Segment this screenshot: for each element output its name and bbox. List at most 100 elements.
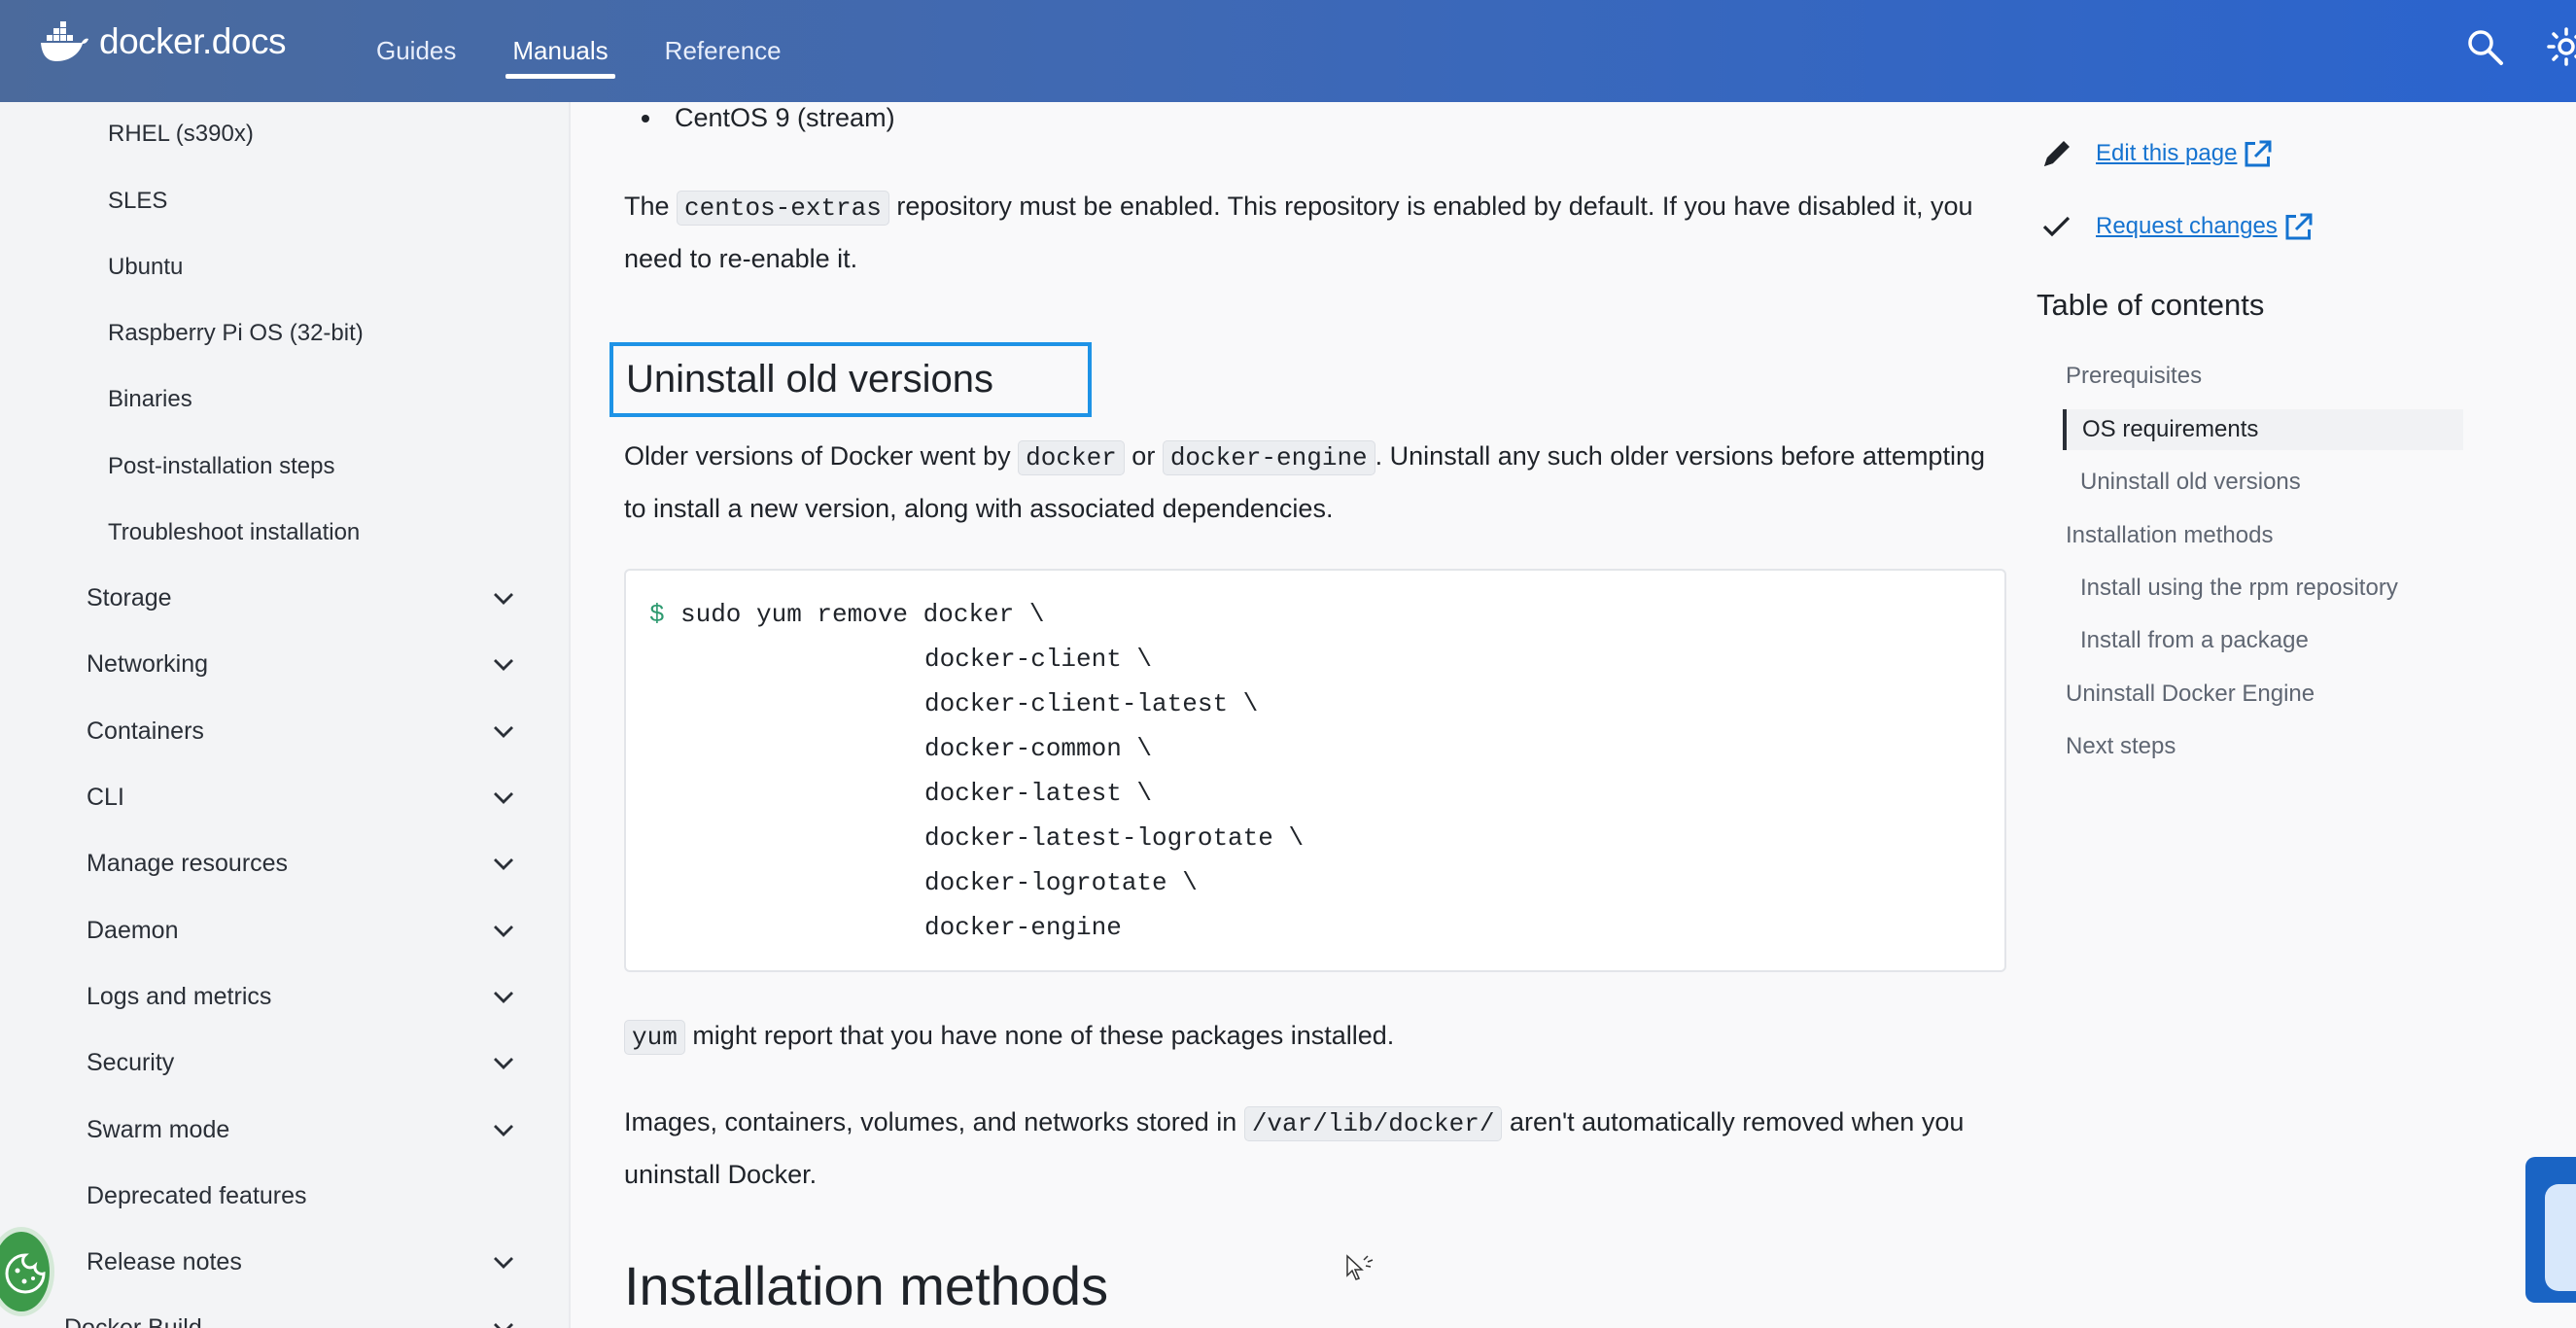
sidebar-item-label: Release notes	[87, 1248, 242, 1276]
sidebar-item-label: Security	[87, 1049, 175, 1076]
sidebar-item-daemon[interactable]: Daemon	[87, 917, 514, 945]
sidebar-item-ubuntu[interactable]: Ubuntu	[108, 254, 183, 281]
external-link-icon	[2285, 213, 2313, 240]
inline-code: docker	[1018, 440, 1125, 475]
sidebar-item-manage-resources[interactable]: Manage resources	[87, 850, 514, 878]
sidebar-item-label: CLI	[87, 784, 124, 811]
chevron-down-icon[interactable]	[493, 592, 514, 606]
sidebar-item-networking[interactable]: Networking	[87, 650, 514, 679]
chevron-down-icon[interactable]	[493, 791, 514, 805]
toc-item-prerequisites[interactable]: Prerequisites	[2066, 363, 2202, 390]
code-line: docker-engine	[924, 913, 1122, 942]
sidebar-item-label: Swarm mode	[87, 1116, 230, 1143]
inline-code: yum	[624, 1020, 685, 1055]
chevron-down-icon[interactable]	[493, 1124, 514, 1137]
sidebar-item-docker-build[interactable]: Docker Build	[64, 1314, 514, 1328]
nav-guides[interactable]: Guides	[360, 0, 472, 102]
request-changes-row: Request changes	[2039, 209, 2316, 244]
code-line: docker-common \	[924, 734, 1153, 763]
chevron-down-icon[interactable]	[493, 1057, 514, 1070]
images-paragraph: Images, containers, volumes, and network…	[624, 1097, 2009, 1200]
chevron-down-icon[interactable]	[493, 991, 514, 1004]
sidebar-item-storage[interactable]: Storage	[87, 584, 514, 612]
chevron-down-icon[interactable]	[493, 857, 514, 871]
toc-item-install-rpm-repository[interactable]: Install using the rpm repository	[2080, 575, 2398, 602]
sidebar-item-swarm-mode[interactable]: Swarm mode	[87, 1116, 514, 1144]
sidebar-item-label: Docker Build	[64, 1314, 202, 1328]
toc-item-uninstall-old-versions[interactable]: Uninstall old versions	[2080, 469, 2301, 496]
toc-item-next-steps[interactable]: Next steps	[2066, 733, 2176, 760]
sidebar-divider	[569, 102, 571, 1328]
mouse-cursor-icon	[1346, 1254, 1374, 1280]
inline-code: centos-extras	[677, 191, 889, 226]
chevron-down-icon[interactable]	[493, 1256, 514, 1270]
top-navbar: docker.docs Guides Manuals Reference	[0, 0, 2576, 102]
external-link-icon	[2245, 140, 2272, 167]
sidebar-item-deprecated-features[interactable]: Deprecated features	[87, 1182, 514, 1210]
sidebar-item-sles[interactable]: SLES	[108, 188, 167, 215]
sidebar-item-troubleshoot[interactable]: Troubleshoot installation	[108, 519, 360, 546]
docker-docs-logo[interactable]: docker.docs	[39, 21, 286, 62]
sidebar-item-label: Deprecated features	[87, 1182, 307, 1209]
link-text: Request changes	[2096, 213, 2278, 239]
ai-assistant-icon	[2545, 1184, 2576, 1291]
code-block[interactable]: $ sudo yum remove docker \ docker-client…	[624, 569, 2006, 972]
pencil-icon	[2044, 141, 2070, 166]
sidebar-item-security[interactable]: Security	[87, 1049, 514, 1077]
sidebar-item-rhel-s390x[interactable]: RHEL (s390x)	[108, 121, 254, 148]
chevron-down-icon[interactable]	[493, 1322, 514, 1328]
heading-uninstall-old-versions: Uninstall old versions	[609, 342, 1092, 417]
code-line: docker-client \	[924, 645, 1153, 674]
older-versions-paragraph: Older versions of Docker went by docker …	[624, 431, 2009, 534]
sidebar-item-label: Containers	[87, 717, 204, 745]
paragraph-text: Older versions of Docker went by	[624, 441, 1019, 471]
sidebar-item-label: Daemon	[87, 917, 179, 944]
logo-text: docker.docs	[99, 21, 286, 61]
check-icon	[2042, 216, 2071, 237]
nav-reference[interactable]: Reference	[648, 0, 798, 102]
sidebar-item-label: Manage resources	[87, 850, 289, 877]
cookie-icon	[5, 1253, 46, 1294]
search-icon[interactable]	[2464, 26, 2507, 69]
yum-paragraph: yum might report that you have none of t…	[624, 1010, 2009, 1063]
chevron-down-icon[interactable]	[493, 658, 514, 672]
heading-text: Uninstall old versions	[626, 358, 993, 401]
edit-this-page-link[interactable]: Edit this page	[2096, 136, 2276, 171]
repo-paragraph: The centos-extras repository must be ena…	[624, 181, 2009, 284]
code-line: docker-latest-logrotate \	[924, 823, 1305, 853]
code-line: docker-latest \	[924, 779, 1153, 808]
sidebar-item-raspberry-pi[interactable]: Raspberry Pi OS (32-bit)	[108, 320, 364, 347]
code-line: docker-logrotate \	[924, 868, 1198, 897]
docker-whale-icon	[41, 21, 88, 61]
toc-item-installation-methods[interactable]: Installation methods	[2066, 522, 2273, 549]
main-nav: Guides Manuals Reference	[360, 0, 821, 102]
sidebar-item-label: Networking	[87, 650, 209, 678]
sidebar-item-containers[interactable]: Containers	[87, 717, 514, 746]
theme-toggle-icon[interactable]	[2545, 23, 2576, 70]
ask-ai-button[interactable]	[2525, 1157, 2576, 1303]
code-line: docker-client-latest \	[924, 689, 1259, 718]
link-text: Edit this page	[2096, 140, 2238, 166]
heading-installation-methods: Installation methods	[624, 1255, 1109, 1316]
sidebar-item-label: Logs and metrics	[87, 983, 272, 1010]
sidebar-item-binaries[interactable]: Binaries	[108, 386, 192, 413]
toc-item-install-from-package[interactable]: Install from a package	[2080, 627, 2309, 654]
toc-item-label: OS requirements	[2082, 416, 2259, 442]
code-line: sudo yum remove docker \	[680, 600, 1045, 629]
sidebar-item-post-installation[interactable]: Post-installation steps	[108, 453, 334, 480]
sidebar-item-cli[interactable]: CLI	[87, 784, 514, 812]
sidebar-item-logs-metrics[interactable]: Logs and metrics	[87, 983, 514, 1011]
edit-page-row: Edit this page	[2039, 136, 2276, 171]
sidebar-item-release-notes[interactable]: Release notes	[87, 1248, 514, 1276]
chevron-down-icon[interactable]	[493, 925, 514, 938]
list-item: CentOS 9 (stream)	[642, 103, 895, 133]
nav-manuals[interactable]: Manuals	[496, 0, 624, 102]
paragraph-text: Images, containers, volumes, and network…	[624, 1107, 1244, 1136]
request-changes-link[interactable]: Request changes	[2096, 209, 2316, 244]
chevron-down-icon[interactable]	[493, 725, 514, 739]
toc-title: Table of contents	[2036, 288, 2265, 322]
paragraph-text: or	[1124, 441, 1163, 471]
toc-item-uninstall-docker-engine[interactable]: Uninstall Docker Engine	[2066, 681, 2315, 708]
toc-item-os-requirements[interactable]: OS requirements	[2063, 409, 2463, 450]
paragraph-text: The	[624, 192, 678, 221]
